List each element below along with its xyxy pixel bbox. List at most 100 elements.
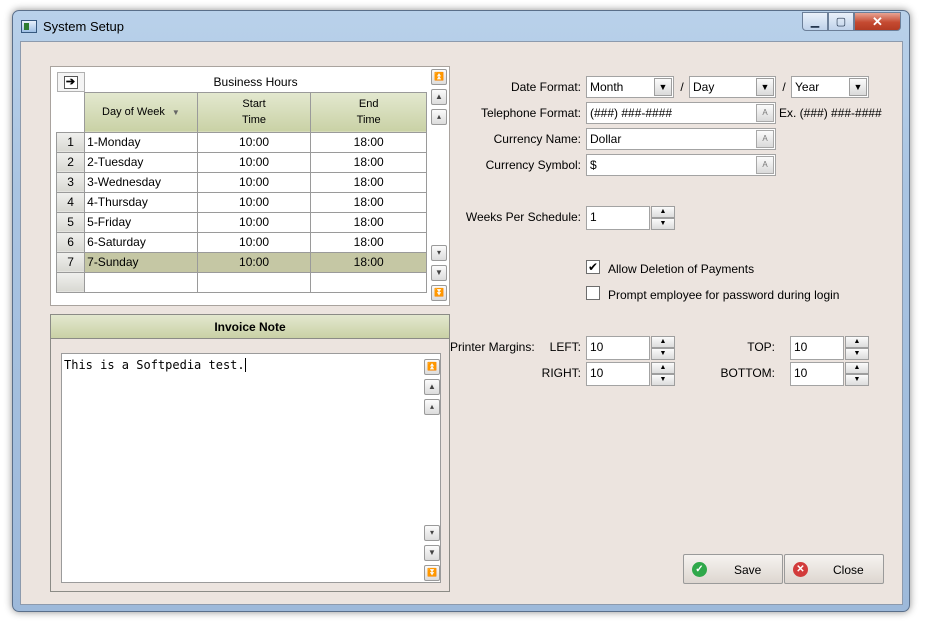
- spin-down-icon[interactable]: ▼: [845, 348, 869, 360]
- end-time-cell[interactable]: 18:00: [310, 211, 427, 233]
- end-time-cell[interactable]: 18:00: [310, 191, 427, 213]
- scroll-last-button[interactable]: ⏬: [424, 565, 440, 581]
- end-time-cell[interactable]: 18:00: [310, 131, 427, 153]
- date-day-select[interactable]: Day ▼: [689, 76, 776, 98]
- lock-icon[interactable]: A: [756, 130, 774, 148]
- date-month-select[interactable]: Month ▼: [586, 76, 674, 98]
- allow-deletion-checkbox[interactable]: ✔: [586, 260, 600, 274]
- last-icon: ⏬: [434, 288, 444, 297]
- table-row[interactable]: 4 4-Thursday 10:00 18:00: [55, 191, 427, 213]
- save-button[interactable]: ✓ Save: [683, 554, 783, 584]
- end-time-cell[interactable]: [310, 271, 427, 293]
- day-cell[interactable]: 1-Monday: [84, 131, 198, 153]
- table-row[interactable]: 5 5-Friday 10:00 18:00: [55, 211, 427, 233]
- row-number[interactable]: 5: [55, 211, 86, 233]
- allow-deletion-label[interactable]: Allow Deletion of Payments: [608, 262, 754, 276]
- end-time-cell[interactable]: 18:00: [310, 231, 427, 253]
- spin-up-icon[interactable]: ▲: [651, 362, 675, 374]
- weeks-per-schedule-field[interactable]: 1: [586, 206, 650, 230]
- maximize-button[interactable]: ▢: [828, 12, 854, 31]
- table-row[interactable]: 1 1-Monday 10:00 18:00: [55, 131, 427, 153]
- scroll-first-button[interactable]: ⏫: [424, 359, 440, 375]
- scroll-last-button[interactable]: ⏬: [431, 285, 447, 301]
- column-header-start[interactable]: Start Time: [196, 91, 312, 133]
- row-number[interactable]: 4: [55, 191, 86, 213]
- column-header-end[interactable]: End Time: [310, 91, 427, 133]
- spin-up-icon[interactable]: ▲: [651, 336, 675, 348]
- start-time-cell[interactable]: 10:00: [196, 131, 312, 153]
- title-bar[interactable]: System Setup ▁ ▢ ✕: [13, 11, 909, 41]
- row-number[interactable]: 2: [55, 151, 86, 173]
- prompt-password-label[interactable]: Prompt employee for password during logi…: [608, 288, 839, 302]
- day-cell[interactable]: 7-Sunday: [84, 251, 198, 273]
- new-row[interactable]: [55, 271, 427, 293]
- start-time-cell[interactable]: 10:00: [196, 231, 312, 253]
- top-margin-field[interactable]: 10: [790, 336, 844, 360]
- right-margin-label: RIGHT:: [541, 366, 581, 380]
- minimize-button[interactable]: ▁: [802, 12, 828, 31]
- day-cell[interactable]: 3-Wednesday: [84, 171, 198, 193]
- row-number[interactable]: 6: [55, 231, 86, 253]
- chevron-down-icon[interactable]: ▼: [849, 78, 867, 96]
- spin-up-icon[interactable]: ▲: [845, 362, 869, 374]
- spin-down-icon[interactable]: ▼: [651, 348, 675, 360]
- chevron-down-icon[interactable]: ▼: [756, 78, 774, 96]
- page-down-icon: ▼: [435, 268, 443, 277]
- row-number[interactable]: [55, 271, 86, 293]
- end-time-cell[interactable]: 18:00: [310, 251, 427, 273]
- lock-icon[interactable]: A: [756, 104, 774, 122]
- column-header-day-label: Day of Week: [102, 105, 165, 118]
- start-time-cell[interactable]: 10:00: [196, 191, 312, 213]
- currency-name-field[interactable]: Dollar A: [586, 128, 776, 150]
- table-row[interactable]: 3 3-Wednesday 10:00 18:00: [55, 171, 427, 193]
- scroll-page-up-button[interactable]: ▲: [424, 379, 440, 395]
- telephone-format-value: (###) ###-####: [590, 106, 673, 120]
- top-margin-label: TOP:: [747, 340, 775, 354]
- spin-down-icon[interactable]: ▼: [845, 374, 869, 386]
- day-cell[interactable]: 5-Friday: [84, 211, 198, 233]
- scroll-down-button[interactable]: ▾: [431, 245, 447, 261]
- note-scroll-top: ⏫ ▲ ▴: [424, 359, 440, 419]
- scroll-down-button[interactable]: ▾: [424, 525, 440, 541]
- start-time-cell[interactable]: 10:00: [196, 151, 312, 173]
- table-row[interactable]: 6 6-Saturday 10:00 18:00: [55, 231, 427, 253]
- invoice-note-textarea[interactable]: This is a Softpedia test.: [61, 353, 441, 583]
- date-year-select[interactable]: Year ▼: [791, 76, 869, 98]
- column-header-end-line2: Time: [356, 114, 381, 126]
- start-time-cell[interactable]: [196, 271, 312, 293]
- start-time-cell[interactable]: 10:00: [196, 251, 312, 273]
- end-time-cell[interactable]: 18:00: [310, 171, 427, 193]
- scroll-page-down-button[interactable]: ▼: [424, 545, 440, 561]
- left-margin-field[interactable]: 10: [586, 336, 650, 360]
- start-time-cell[interactable]: 10:00: [196, 171, 312, 193]
- scroll-page-down-button[interactable]: ▼: [431, 265, 447, 281]
- start-time-cell[interactable]: 10:00: [196, 211, 312, 233]
- currency-symbol-field[interactable]: $ A: [586, 154, 776, 176]
- right-margin-field[interactable]: 10: [586, 362, 650, 386]
- spin-up-icon[interactable]: ▲: [845, 336, 869, 348]
- spin-down-icon[interactable]: ▼: [651, 218, 675, 230]
- row-number[interactable]: 3: [55, 171, 86, 193]
- row-number[interactable]: 7: [55, 251, 86, 273]
- end-time-cell[interactable]: 18:00: [310, 151, 427, 173]
- spin-up-icon[interactable]: ▲: [651, 206, 675, 218]
- table-row-selected[interactable]: 7 7-Sunday 10:00 18:00: [55, 251, 427, 273]
- minimize-icon: ▁: [810, 16, 820, 28]
- spin-down-icon[interactable]: ▼: [651, 374, 675, 386]
- day-cell[interactable]: 4-Thursday: [84, 191, 198, 213]
- day-cell[interactable]: 2-Tuesday: [84, 151, 198, 173]
- grid-navigate-button[interactable]: ➔: [56, 72, 85, 92]
- bottom-margin-field[interactable]: 10: [790, 362, 844, 386]
- row-number[interactable]: 1: [55, 131, 86, 153]
- telephone-format-field[interactable]: (###) ###-#### A: [586, 102, 776, 124]
- close-window-button[interactable]: ✕: [854, 12, 901, 31]
- day-cell[interactable]: [84, 271, 198, 293]
- scroll-up-button[interactable]: ▴: [424, 399, 440, 415]
- lock-icon[interactable]: A: [756, 156, 774, 174]
- table-row[interactable]: 2 2-Tuesday 10:00 18:00: [55, 151, 427, 173]
- chevron-down-icon[interactable]: ▼: [654, 78, 672, 96]
- close-button[interactable]: ✕ Close: [784, 554, 884, 584]
- column-header-day[interactable]: Day of Week ▼: [84, 91, 198, 133]
- prompt-password-checkbox[interactable]: [586, 286, 600, 300]
- day-cell[interactable]: 6-Saturday: [84, 231, 198, 253]
